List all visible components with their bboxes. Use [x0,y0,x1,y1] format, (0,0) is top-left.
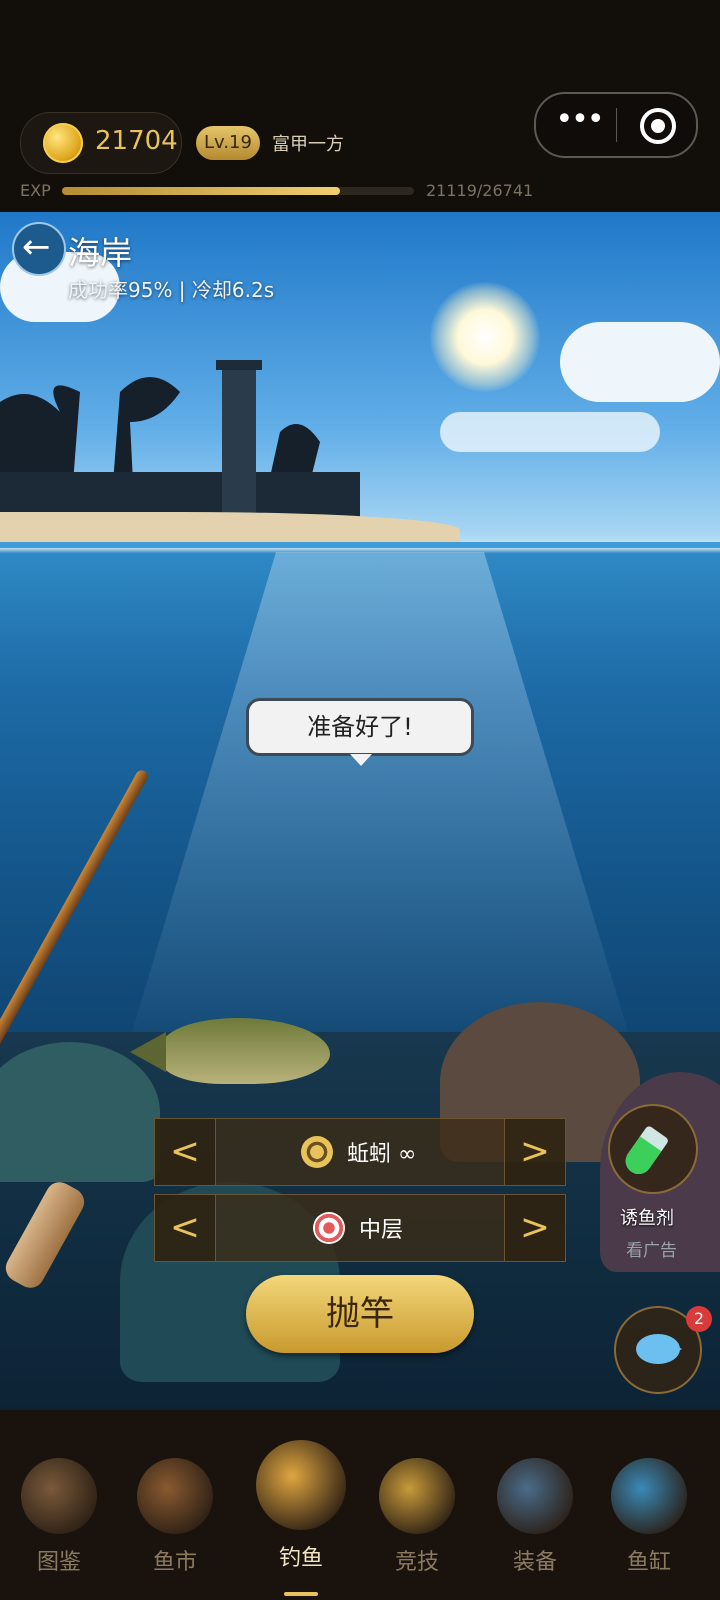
nav-tab-label: 装备 [512,1550,557,1575]
status-bar: 21704 Lv.19 富甲一方 ••• EXP 21119/26741 [0,0,720,212]
nav-tab-label: 鱼市 [152,1550,197,1575]
lighthouse-image [216,360,262,520]
golden-fish-icon [256,1440,346,1530]
nav-tab-1[interactable]: 鱼市 [130,1458,220,1576]
fishbowl-icon [611,1458,687,1534]
target-close-icon[interactable] [640,108,676,144]
beach-image [0,512,460,542]
fishing-reel-icon [497,1458,573,1534]
water-surface [0,542,720,548]
cloud-image [440,412,660,452]
active-tab-indicator [284,1592,318,1596]
player-title: 富甲一方 [272,134,344,155]
exp-label: EXP [20,181,51,200]
nav-tab-3[interactable]: 竞技 [372,1458,462,1576]
notification-badge: 2 [686,1306,712,1332]
exp-progress-fill [62,187,341,195]
location-stats: 成功率95% | 冷却6.2s [68,278,275,302]
palm-trees-image [0,377,360,522]
location-name: 海岸 [68,234,133,272]
nav-tab-label: 鱼缸 [626,1550,671,1575]
gold-coin-icon [43,123,83,163]
bait-label: 蚯蚓 ∞ [347,1142,417,1167]
lure-label: 诱鱼剂 [620,1208,674,1229]
nav-tab-4[interactable]: 装备 [490,1458,580,1576]
arrow-left-icon: ← [22,227,51,267]
fish-icon [636,1334,682,1364]
depth-prev-button[interactable]: < [155,1195,216,1261]
nav-tab-2[interactable]: 钓鱼 [256,1440,346,1572]
more-dots-icon[interactable]: ••• [554,104,604,144]
lure-watch-ad-label: 看广告 [626,1241,677,1261]
nav-tab-5[interactable]: 鱼缸 [604,1458,694,1576]
coin-count: 21704 [95,126,178,156]
cloud-image [560,322,720,402]
depth-selector: < 中层 > [154,1194,566,1262]
book-icon [21,1458,97,1534]
nav-tab-0[interactable]: 图鉴 [14,1458,104,1576]
cast-button[interactable]: 抛竿 [246,1275,474,1353]
nav-tab-label: 钓鱼 [278,1546,323,1571]
potion-tube-icon [620,1124,670,1180]
level-badge: Lv.19 [196,126,260,160]
bait-next-button[interactable]: > [504,1119,565,1185]
back-button[interactable]: ← [12,222,66,276]
depth-target-icon [313,1212,345,1244]
bubble-tail [350,754,372,766]
status-bubble: 准备好了! [246,698,474,756]
light-rays [120,552,640,1072]
nav-tab-label: 竞技 [394,1550,439,1575]
bait-prev-button[interactable]: < [155,1119,216,1185]
worm-bait-icon [301,1136,333,1168]
exp-progress-bar [62,187,414,195]
bait-selector: < 蚯蚓 ∞ > [154,1118,566,1186]
depth-next-button[interactable]: > [504,1195,565,1261]
exp-value: 21119/26741 [426,181,534,200]
market-stall-icon [137,1458,213,1534]
lure-button[interactable] [608,1104,698,1194]
trophy-icon [379,1458,455,1534]
depth-label: 中层 [359,1218,404,1243]
capsule-divider [616,108,617,142]
sun-image [430,282,540,392]
coin-balance[interactable]: 21704 [20,112,182,174]
miniprogram-capsule: ••• [534,92,698,158]
nav-tab-label: 图鉴 [36,1550,81,1575]
